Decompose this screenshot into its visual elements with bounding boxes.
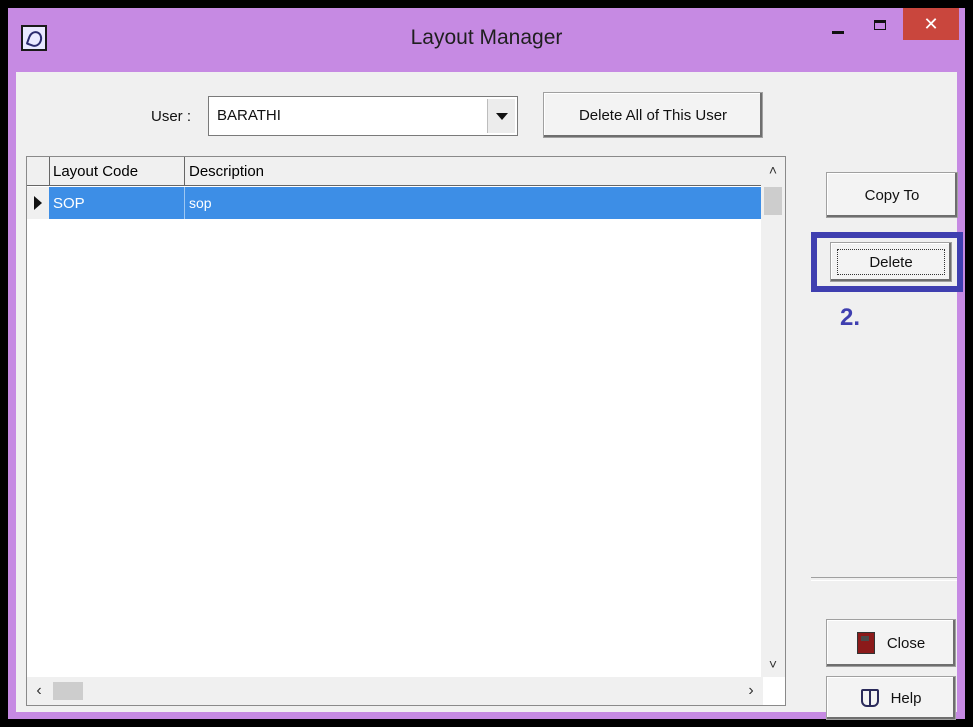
user-select[interactable]: BARATHI bbox=[208, 96, 518, 136]
scroll-left-icon[interactable]: ‹ bbox=[27, 677, 51, 705]
close-window-button[interactable]: ✕ bbox=[903, 8, 959, 40]
user-select-dropdown-button[interactable] bbox=[487, 99, 515, 133]
row-pointer-icon bbox=[34, 196, 42, 210]
row-selector[interactable] bbox=[27, 187, 50, 219]
help-label: Help bbox=[890, 689, 922, 707]
user-label: User : bbox=[151, 108, 192, 125]
column-header-layout-code[interactable]: Layout Code bbox=[49, 157, 185, 185]
maximize-button[interactable] bbox=[860, 8, 900, 42]
close-icon: ✕ bbox=[923, 13, 939, 35]
minimize-icon bbox=[832, 30, 844, 34]
horizontal-scrollbar[interactable]: ‹ › bbox=[27, 677, 763, 705]
delete-highlight-box bbox=[811, 232, 963, 292]
layout-grid[interactable]: Layout Code Description SOP sop ˄ ˅ ‹ › bbox=[26, 156, 786, 706]
horizontal-scroll-thumb[interactable] bbox=[53, 682, 83, 700]
table-row[interactable]: SOP sop bbox=[27, 187, 777, 219]
scroll-down-icon[interactable]: ˅ bbox=[761, 651, 785, 677]
maximize-icon bbox=[874, 20, 886, 30]
minimize-button[interactable] bbox=[818, 8, 858, 42]
scroll-right-icon[interactable]: › bbox=[739, 677, 763, 705]
book-icon bbox=[860, 689, 879, 707]
vertical-scrollbar[interactable]: ˄ ˅ bbox=[761, 157, 785, 677]
help-button[interactable]: Help bbox=[826, 676, 956, 720]
step-annotation: 2. bbox=[840, 304, 861, 331]
client-area: User : BARATHI Delete All of This User L… bbox=[16, 72, 963, 720]
delete-all-of-user-button[interactable]: Delete All of This User bbox=[543, 92, 763, 138]
cell-layout-code[interactable]: SOP bbox=[49, 187, 185, 219]
user-select-value: BARATHI bbox=[217, 107, 281, 124]
column-header-description[interactable]: Description bbox=[185, 157, 775, 185]
copy-to-button[interactable]: Copy To bbox=[826, 172, 958, 218]
door-icon bbox=[856, 632, 875, 654]
row-header-corner bbox=[27, 157, 50, 185]
cell-description[interactable]: sop bbox=[185, 187, 777, 219]
vertical-scroll-thumb[interactable] bbox=[764, 187, 782, 215]
layout-manager-window: Layout Manager ✕ User : BARATHI Delete A… bbox=[8, 8, 965, 720]
close-button[interactable]: Close bbox=[826, 619, 956, 667]
dropdown-arrow-icon bbox=[495, 112, 508, 120]
grid-header: Layout Code Description bbox=[27, 157, 777, 186]
button-divider bbox=[811, 577, 957, 581]
scroll-up-icon[interactable]: ˄ bbox=[761, 157, 785, 183]
copy-to-label: Copy To bbox=[864, 186, 920, 204]
close-label: Close bbox=[886, 634, 926, 652]
delete-all-of-user-label: Delete All of This User bbox=[578, 106, 728, 124]
title-bar: Layout Manager ✕ bbox=[8, 8, 965, 72]
